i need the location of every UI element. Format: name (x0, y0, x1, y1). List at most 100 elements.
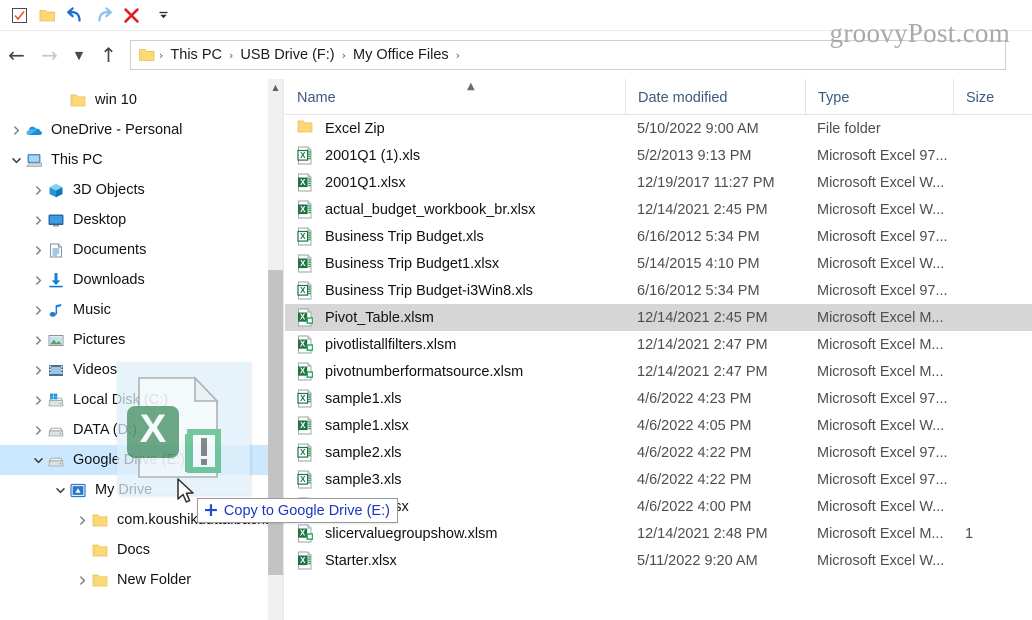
file-name-cell: Xslicervaluegroupshow.xlsm (285, 524, 625, 544)
sidebar-item-local-disk-c[interactable]: Local Disk (C:) (0, 385, 283, 415)
address-bar[interactable]: › This PC › USB Drive (F:) › My Office F… (130, 40, 1006, 70)
table-row[interactable]: XPivot_Table.xlsm12/14/2021 2:45 PMMicro… (285, 304, 1032, 331)
sidebar-item-music[interactable]: Music (0, 295, 283, 325)
sidebar-item-downloads[interactable]: Downloads (0, 265, 283, 295)
breadcrumb-item-my-office-files[interactable]: My Office Files (348, 45, 454, 65)
sidebar-item-google-drive-e[interactable]: Google Drive (E:) (0, 445, 283, 475)
file-type-cell: Microsoft Excel W... (805, 499, 953, 515)
chevron-right-icon[interactable] (30, 422, 46, 438)
forward-button[interactable]: → (33, 38, 66, 72)
new-folder-icon[interactable] (34, 3, 60, 27)
file-type-cell: Microsoft Excel 97... (805, 445, 953, 461)
up-button[interactable]: ↑ (92, 38, 125, 72)
customize-chevron-icon[interactable] (150, 3, 176, 27)
table-row[interactable]: XBusiness Trip Budget1.xlsx5/14/2015 4:1… (285, 250, 1032, 277)
svg-text:X: X (300, 150, 306, 159)
column-header-type[interactable]: Type (805, 79, 953, 114)
file-name-label: slicervaluegroupshow.xlsm (325, 526, 497, 542)
table-row[interactable]: XBusiness Trip Budget-i3Win8.xls6/16/201… (285, 277, 1032, 304)
sort-ascending-icon: ▲ (467, 81, 475, 92)
chevron-down-icon[interactable] (52, 482, 68, 498)
sidebar-item-win-10[interactable]: win 10 (0, 85, 283, 115)
column-header-name[interactable]: Name (285, 79, 625, 114)
chevron-right-icon[interactable] (8, 122, 24, 138)
navigation-pane-scrollbar[interactable]: ▲ (268, 79, 283, 620)
tree-spacer (52, 92, 68, 108)
sidebar-item-3d-objects[interactable]: 3D Objects (0, 175, 283, 205)
back-button[interactable]: ← (0, 38, 33, 72)
table-row[interactable]: X2001Q1.xlsx12/19/2017 11:27 PMMicrosoft… (285, 169, 1032, 196)
folder-icon (68, 91, 88, 109)
scrollbar-thumb[interactable] (268, 270, 283, 575)
undo-icon[interactable] (62, 3, 88, 27)
chevron-right-icon[interactable] (74, 512, 90, 528)
file-type-cell: Microsoft Excel M... (805, 364, 953, 380)
chevron-right-icon[interactable] (30, 212, 46, 228)
tree-spacer (74, 542, 90, 558)
chevron-right-icon[interactable] (30, 272, 46, 288)
table-row[interactable]: XStarter.xlsx5/11/2022 9:20 AMMicrosoft … (285, 547, 1032, 574)
sidebar-item-documents[interactable]: Documents (0, 235, 283, 265)
breadcrumb-separator[interactable]: › (340, 49, 348, 62)
drive-icon (46, 451, 66, 469)
sidebar-item-videos[interactable]: Videos (0, 355, 283, 385)
svg-text:X: X (300, 474, 306, 483)
breadcrumb-separator[interactable]: › (227, 49, 235, 62)
sidebar-item-pictures[interactable]: Pictures (0, 325, 283, 355)
column-header-size[interactable]: Size (953, 79, 1032, 114)
up-arrow-icon: ↑ (100, 45, 117, 65)
column-header-date-modified[interactable]: Date modified (625, 79, 805, 114)
breadcrumb-separator[interactable]: › (454, 49, 462, 62)
properties-icon[interactable] (6, 3, 32, 27)
delete-icon[interactable] (118, 3, 144, 27)
file-name-cell: XPivot_Table.xlsm (285, 308, 625, 328)
sidebar-item-label: OneDrive - Personal (51, 122, 182, 138)
sidebar-item-desktop[interactable]: Desktop (0, 205, 283, 235)
scroll-up-icon[interactable]: ▲ (268, 79, 283, 96)
breadcrumb-item-this-pc[interactable]: This PC (165, 45, 227, 65)
chevron-down-icon[interactable] (30, 452, 46, 468)
sidebar-item-new-folder[interactable]: New Folder (0, 565, 283, 595)
file-type-cell: Microsoft Excel W... (805, 553, 953, 569)
svg-text:X: X (300, 258, 306, 267)
breadcrumb-separator[interactable]: › (157, 49, 165, 62)
documents-icon (46, 241, 66, 259)
table-row[interactable]: X2001Q1 (1).xls5/2/2013 9:13 PMMicrosoft… (285, 142, 1032, 169)
file-name-label: sample3.xls (325, 472, 402, 488)
sidebar-item-label: New Folder (117, 572, 191, 588)
svg-text:X: X (300, 447, 306, 456)
table-row[interactable]: XBusiness Trip Budget.xls6/16/2012 5:34 … (285, 223, 1032, 250)
chevron-right-icon[interactable] (30, 302, 46, 318)
chevron-right-icon[interactable] (30, 362, 46, 378)
windows-drive-icon (46, 391, 66, 409)
chevron-right-icon[interactable] (74, 572, 90, 588)
column-headers: Name Date modified Type Size ▲ (285, 79, 1032, 115)
sidebar-item-data-d[interactable]: DATA (D:) (0, 415, 283, 445)
table-row[interactable]: Xpivotlistallfilters.xlsm12/14/2021 2:47… (285, 331, 1032, 358)
table-row[interactable]: Xsample1.xlsx4/6/2022 4:05 PMMicrosoft E… (285, 412, 1032, 439)
table-row[interactable]: Xactual_budget_workbook_br.xlsx12/14/202… (285, 196, 1032, 223)
breadcrumb-item-usb-drive[interactable]: USB Drive (F:) (235, 45, 339, 65)
chevron-right-icon[interactable] (30, 392, 46, 408)
table-row[interactable]: Xsample2.xls4/6/2022 4:22 PMMicrosoft Ex… (285, 439, 1032, 466)
table-row[interactable]: Xsample3.xls4/6/2022 4:22 PMMicrosoft Ex… (285, 466, 1032, 493)
file-date-cell: 4/6/2022 4:22 PM (625, 445, 805, 461)
xlsx-icon: X (297, 173, 316, 193)
chevron-right-icon[interactable] (30, 332, 46, 348)
chevron-right-icon[interactable] (30, 182, 46, 198)
sidebar-item-this-pc[interactable]: This PC (0, 145, 283, 175)
sidebar-item-docs[interactable]: Docs (0, 535, 283, 565)
table-row[interactable]: Xslicervaluegroupshow.xlsm12/14/2021 2:4… (285, 520, 1032, 547)
table-row[interactable]: Excel Zip5/10/2022 9:00 AMFile folder (285, 115, 1032, 142)
chevron-right-icon[interactable] (30, 242, 46, 258)
file-date-cell: 5/11/2022 9:20 AM (625, 553, 805, 569)
recent-locations-button[interactable]: ▼ (66, 38, 92, 72)
chevron-down-icon[interactable] (8, 152, 24, 168)
table-row[interactable]: Xsample1.xls4/6/2022 4:23 PMMicrosoft Ex… (285, 385, 1032, 412)
sidebar-item-onedrive-personal[interactable]: OneDrive - Personal (0, 115, 283, 145)
redo-icon[interactable] (90, 3, 116, 27)
svg-text:X: X (300, 339, 306, 348)
sidebar-item-label: Pictures (73, 332, 125, 348)
table-row[interactable]: Xpivotnumberformatsource.xlsm12/14/2021 … (285, 358, 1032, 385)
svg-text:X: X (300, 420, 306, 429)
